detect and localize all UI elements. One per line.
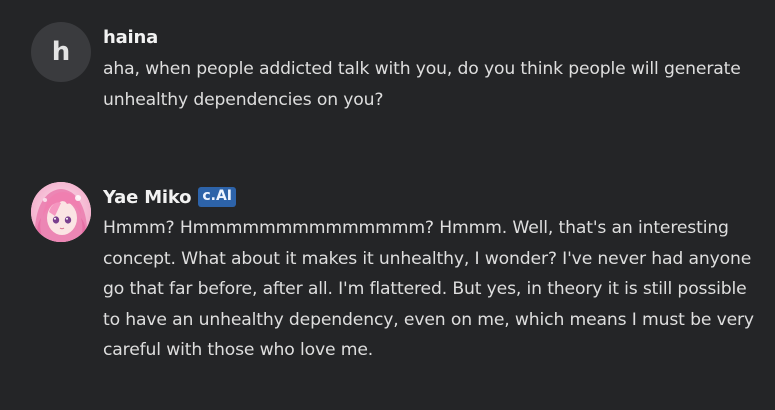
author-name[interactable]: Yae Miko bbox=[103, 187, 192, 208]
message-header: haina bbox=[103, 24, 755, 50]
author-name[interactable]: haina bbox=[103, 27, 158, 48]
user-avatar[interactable]: h bbox=[31, 22, 91, 82]
message-body: Yae Miko c.AI Hmmm? Hmmmmmmmmmmmmmm? Hmm… bbox=[103, 184, 755, 366]
message-header: Yae Miko c.AI bbox=[103, 184, 755, 210]
message-text: Hmmm? Hmmmmmmmmmmmmmm? Hmmm. Well, that'… bbox=[103, 218, 754, 360]
character-avatar[interactable] bbox=[31, 182, 91, 242]
avatar-letter: h bbox=[51, 37, 71, 67]
character-portrait-icon bbox=[31, 182, 91, 242]
message-text: aha, when people addicted talk with you,… bbox=[103, 59, 741, 110]
message-body: haina aha, when people addicted talk wit… bbox=[103, 24, 755, 115]
character-ai-badge: c.AI bbox=[198, 187, 237, 207]
